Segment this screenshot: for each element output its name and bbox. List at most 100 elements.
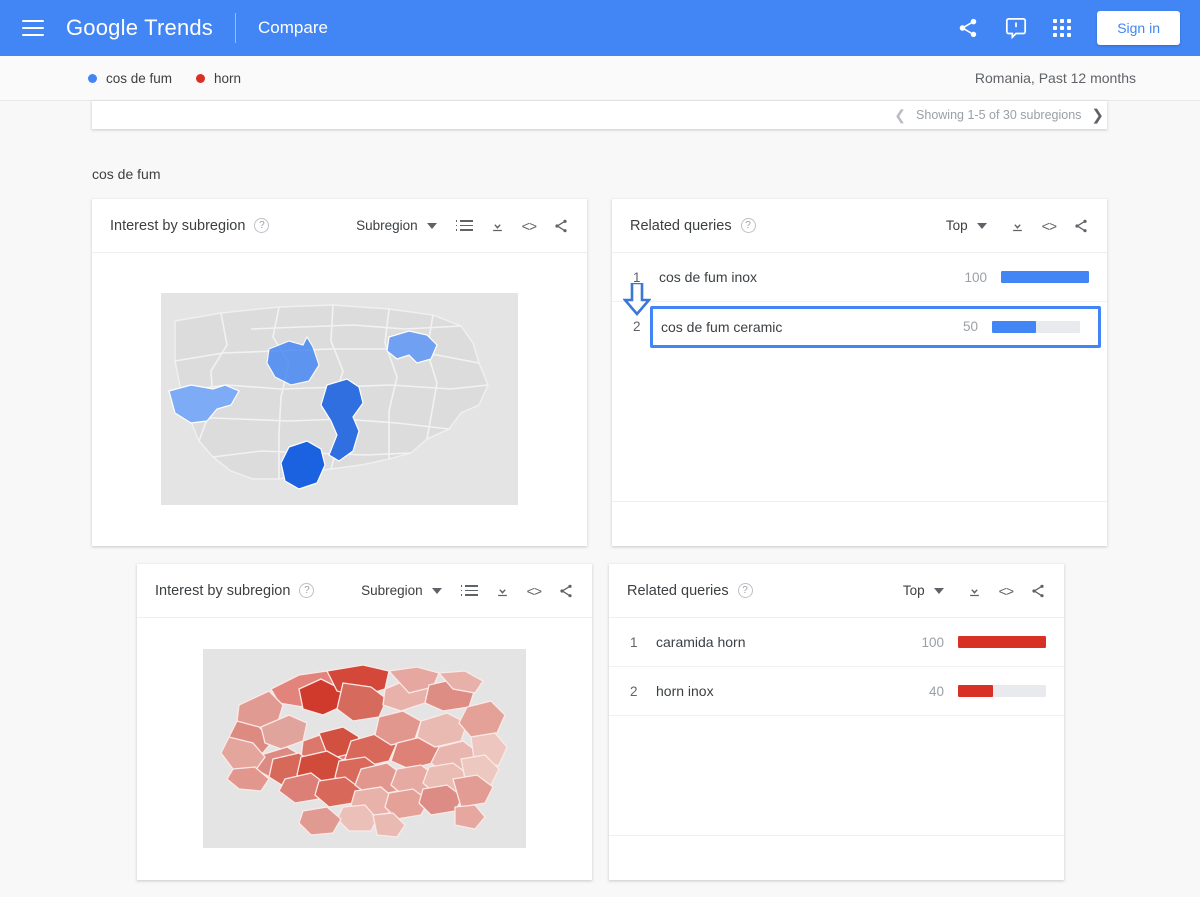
download-icon[interactable] [967,583,982,598]
section-term-label: cos de fum [92,166,161,182]
chevron-down-icon [933,587,944,594]
share-icon[interactable] [957,17,979,39]
row-rank: 1 [633,269,641,285]
row-bar-track [958,685,1046,697]
dropdown-value: Subregion [356,218,418,233]
help-circle-icon[interactable]: ? [737,583,753,598]
subregion-dropdown[interactable]: Subregion [361,583,442,598]
list-view-icon[interactable] [460,585,478,596]
chevron-left-icon[interactable]: ❮ [894,107,906,124]
legend-label: cos de fum [106,70,173,86]
map-blue[interactable] [92,253,587,545]
row-rank: 2 [633,319,641,334]
panel-title: Interest by subregion ? [155,583,315,599]
panel-title: Related queries ? [630,218,756,234]
row-value: 50 [962,319,978,334]
panel-tools: Top <> [903,583,1046,599]
legend-item-horn[interactable]: horn [196,71,241,86]
row-bar-fill [992,320,1036,333]
legend-item-cos-de-fum[interactable]: cos de fum [88,71,172,86]
panel-footer [609,835,1064,880]
interest-by-subregion-card-blue: Interest by subregion ? Subregion <> [92,199,587,546]
panel-header: Interest by subregion ? Subregion <> [92,199,587,253]
feedback-icon[interactable] [1005,17,1027,39]
panel-title-text: Related queries [627,582,729,599]
panel-title-text: Interest by subregion [110,217,246,234]
subregion-pager: ❮ Showing 1-5 of 30 subregions ❯ [894,101,1104,129]
chevron-right-icon[interactable]: ❯ [1091,106,1104,124]
row-query[interactable]: horn inox [656,683,929,699]
help-circle-icon[interactable]: ? [254,218,270,233]
romania-map-blue-svg [161,293,518,505]
subregion-dropdown[interactable]: Subregion [356,218,437,233]
header-divider [235,13,237,43]
download-icon[interactable] [490,218,505,233]
embed-code-icon[interactable]: <> [527,583,542,599]
subregion-card-partial: ❮ Showing 1-5 of 30 subregions ❯ [92,101,1107,129]
row-value: 100 [921,634,944,650]
panel-tools: Subregion <> [361,583,574,599]
row-query[interactable]: cos de fum inox [659,269,964,285]
dropdown-value: Top [902,583,925,598]
related-queries-card-red: Related queries ? Top <> 1 caramida horn… [609,564,1064,880]
top-rising-dropdown[interactable]: Top [946,218,987,233]
row-bar-fill [1001,271,1089,283]
help-circle-icon[interactable]: ? [299,583,315,598]
download-icon[interactable] [495,583,510,598]
row-bar-track [992,320,1080,333]
list-view-icon[interactable] [455,220,473,231]
chevron-down-icon [976,222,987,229]
share-icon[interactable] [553,218,569,234]
help-circle-icon[interactable]: ? [740,218,756,233]
related-queries-card-blue: Related queries ? Top <> 1 cos de fum in… [612,199,1107,546]
row-bar-fill [958,685,994,697]
table-row[interactable]: cos de fum ceramic 50 [650,305,1101,348]
row-value: 100 [964,269,987,285]
compare-nav-item[interactable]: Compare [258,18,328,38]
share-icon[interactable] [1073,218,1089,234]
map-red[interactable] [137,618,592,879]
share-icon[interactable] [558,583,574,599]
row-query[interactable]: cos de fum ceramic [661,319,963,335]
row-bar-track [1001,271,1089,283]
pager-status-text: Showing 1-5 of 30 subregions [916,108,1082,122]
table-row[interactable]: 2 horn inox 40 [609,667,1064,716]
panel-footer [612,501,1107,546]
table-row[interactable]: 1 cos de fum inox 100 [612,253,1107,302]
row-query[interactable]: caramida horn [656,634,921,650]
legend-bar: cos de fum horn Romania, Past 12 months [0,56,1200,101]
top-app-bar: Google Trends Compare Sign in [0,0,1200,56]
dropdown-value: Top [945,218,968,233]
download-icon[interactable] [1010,218,1025,233]
region-time-label: Romania, Past 12 months [974,70,1136,86]
brand-google: Google [66,15,139,40]
panel-header: Related queries ? Top <> [609,564,1064,618]
table-row-highlighted-wrapper: 2 cos de fum ceramic 50 [612,302,1107,351]
app-logo: Google Trends [66,15,213,41]
row-rank: 1 [630,634,638,650]
row-rank: 2 [630,683,638,699]
chevron-down-icon [431,587,442,594]
embed-code-icon[interactable]: <> [1042,218,1057,234]
embed-code-icon[interactable]: <> [999,583,1014,599]
top-rising-dropdown[interactable]: Top [903,583,944,598]
share-icon[interactable] [1030,583,1046,599]
panel-title: Related queries ? [627,583,753,599]
romania-map-red-svg [203,649,526,848]
panel-header: Related queries ? Top <> [612,199,1107,253]
legend-label: horn [214,70,242,86]
chevron-down-icon [426,222,437,229]
sign-in-button[interactable]: Sign in [1097,11,1180,45]
embed-code-icon[interactable]: <> [522,218,537,234]
hamburger-menu-icon[interactable] [22,20,44,36]
panel-header: Interest by subregion ? Subregion <> [137,564,592,618]
apps-grid-icon[interactable] [1053,19,1072,37]
panel-title: Interest by subregion ? [110,217,270,234]
legend-dot-blue [88,73,97,83]
table-row[interactable]: 1 caramida horn 100 [609,618,1064,667]
header-actions: Sign in [957,11,1200,45]
row-value: 40 [928,683,944,699]
legend-items: cos de fum horn [88,71,241,86]
interest-by-subregion-card-red: Interest by subregion ? Subregion <> [137,564,592,880]
panel-tools: Subregion <> [356,218,569,234]
